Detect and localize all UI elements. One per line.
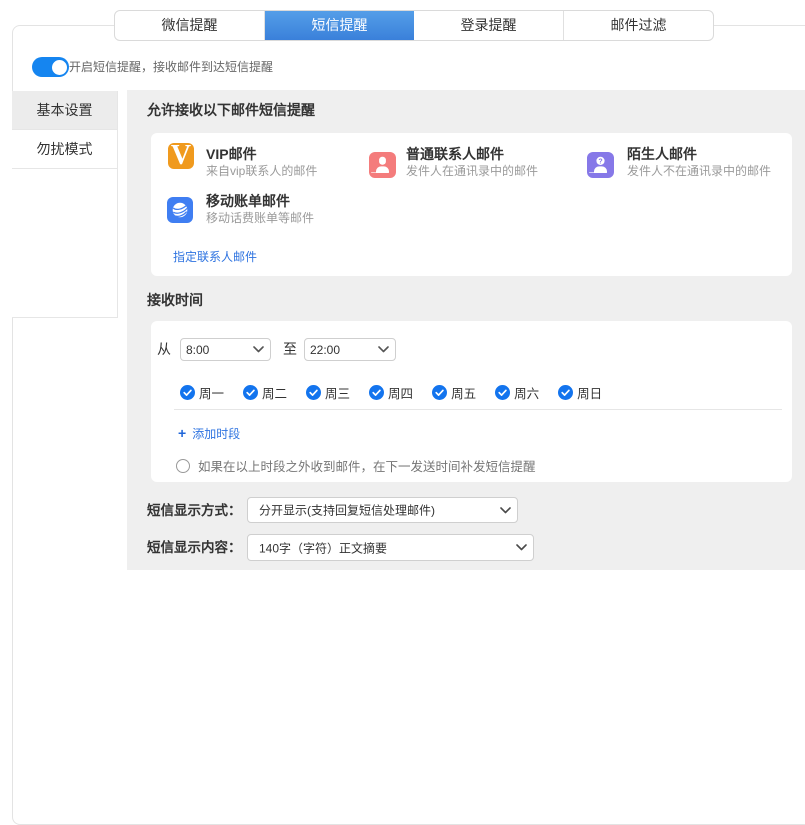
svg-text:?: ? [598, 158, 602, 165]
